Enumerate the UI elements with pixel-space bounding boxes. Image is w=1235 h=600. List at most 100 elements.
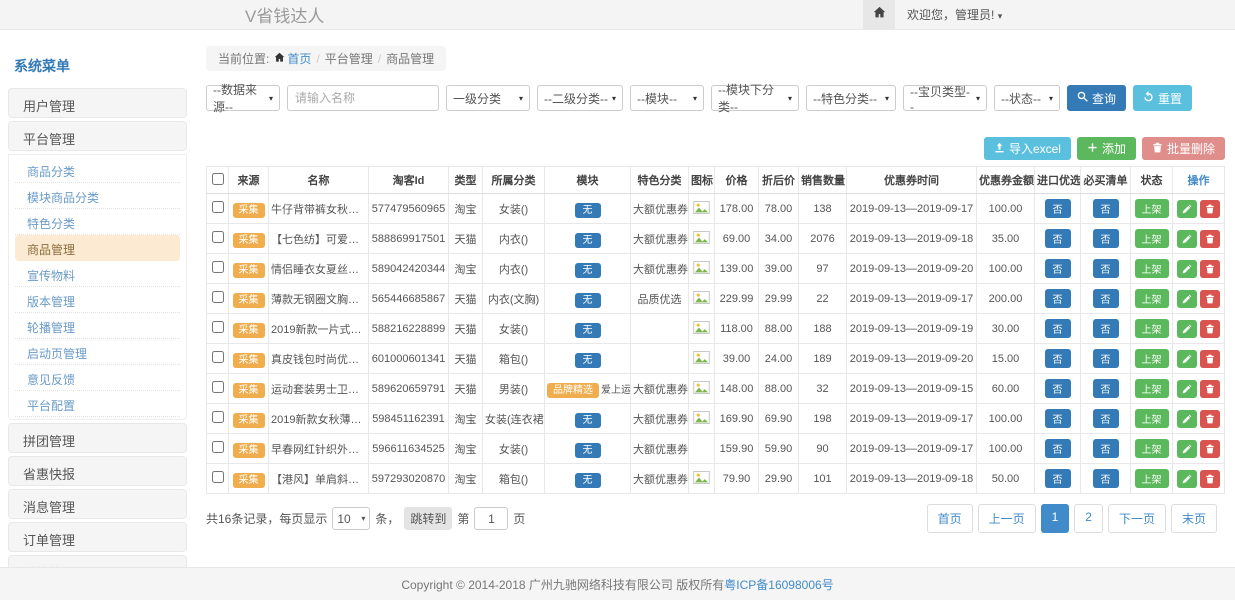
per-page-select[interactable]: 10 ▾ bbox=[332, 507, 370, 530]
filter-select[interactable]: 一级分类▾ bbox=[446, 85, 530, 111]
delete-button[interactable] bbox=[1200, 230, 1220, 248]
edit-button[interactable] bbox=[1177, 410, 1197, 428]
edit-button[interactable] bbox=[1177, 350, 1197, 368]
delete-button[interactable] bbox=[1200, 470, 1220, 488]
delete-button[interactable] bbox=[1200, 260, 1220, 278]
must-buy-toggle[interactable]: 否 bbox=[1093, 409, 1119, 428]
bulk-delete-button[interactable]: 批量删除 bbox=[1142, 137, 1225, 160]
must-buy-toggle[interactable]: 否 bbox=[1093, 319, 1119, 338]
sidebar-panel[interactable]: 订单管理 bbox=[8, 522, 187, 552]
must-buy-toggle[interactable]: 否 bbox=[1093, 349, 1119, 368]
add-button[interactable]: 添加 bbox=[1077, 137, 1136, 160]
filter-select[interactable]: --特色分类--▾ bbox=[806, 85, 896, 111]
delete-button[interactable] bbox=[1200, 440, 1220, 458]
filter-select[interactable]: --宝贝类型--▾ bbox=[903, 85, 987, 111]
sidebar-panel[interactable]: 用户管理 bbox=[8, 88, 187, 118]
page-button[interactable]: 上一页 bbox=[978, 504, 1036, 533]
filter-select[interactable]: --状态--▾ bbox=[994, 85, 1060, 111]
must-buy-toggle[interactable]: 否 bbox=[1093, 379, 1119, 398]
row-checkbox[interactable] bbox=[212, 351, 224, 363]
sidebar-link[interactable]: 商品分类 bbox=[15, 157, 180, 183]
page-button[interactable]: 末页 bbox=[1171, 504, 1217, 533]
import-optional-toggle[interactable]: 否 bbox=[1045, 259, 1071, 278]
edit-button[interactable] bbox=[1177, 200, 1197, 218]
status-button[interactable]: 上架 bbox=[1135, 199, 1169, 218]
sidebar-link[interactable]: 意见反馈 bbox=[15, 365, 180, 391]
must-buy-toggle[interactable]: 否 bbox=[1093, 289, 1119, 308]
sidebar-link[interactable]: 特色分类 bbox=[15, 209, 180, 235]
page-number-input[interactable] bbox=[474, 507, 508, 530]
status-button[interactable]: 上架 bbox=[1135, 439, 1169, 458]
sidebar-link[interactable]: 轮播管理 bbox=[15, 313, 180, 339]
edit-button[interactable] bbox=[1177, 380, 1197, 398]
jump-button[interactable]: 跳转到 bbox=[404, 507, 452, 530]
must-buy-toggle[interactable]: 否 bbox=[1093, 259, 1119, 278]
edit-button[interactable] bbox=[1177, 470, 1197, 488]
import-optional-toggle[interactable]: 否 bbox=[1045, 199, 1071, 218]
sidebar-panel[interactable]: 消息管理 bbox=[8, 489, 187, 519]
import-optional-toggle[interactable]: 否 bbox=[1045, 409, 1071, 428]
edit-button[interactable] bbox=[1177, 320, 1197, 338]
row-checkbox[interactable] bbox=[212, 291, 224, 303]
import-optional-toggle[interactable]: 否 bbox=[1045, 469, 1071, 488]
import-optional-toggle[interactable]: 否 bbox=[1045, 439, 1071, 458]
breadcrumb-home-link[interactable]: 首页 bbox=[274, 50, 311, 67]
import-optional-toggle[interactable]: 否 bbox=[1045, 229, 1071, 248]
page-button[interactable]: 下一页 bbox=[1108, 504, 1166, 533]
must-buy-toggle[interactable]: 否 bbox=[1093, 469, 1119, 488]
row-checkbox[interactable] bbox=[212, 201, 224, 213]
home-button[interactable] bbox=[863, 0, 895, 29]
reset-button[interactable]: 重置 bbox=[1133, 85, 1192, 111]
delete-button[interactable] bbox=[1200, 320, 1220, 338]
sidebar-panel[interactable]: 拼团管理 bbox=[8, 423, 187, 453]
edit-button[interactable] bbox=[1177, 260, 1197, 278]
sidebar-panel[interactable]: 平台管理 bbox=[8, 121, 187, 151]
edit-button[interactable] bbox=[1177, 440, 1197, 458]
status-button[interactable]: 上架 bbox=[1135, 349, 1169, 368]
import-optional-toggle[interactable]: 否 bbox=[1045, 379, 1071, 398]
name-search-input[interactable] bbox=[287, 85, 439, 111]
delete-button[interactable] bbox=[1200, 380, 1220, 398]
row-checkbox[interactable] bbox=[212, 411, 224, 423]
edit-button[interactable] bbox=[1177, 230, 1197, 248]
sidebar-link[interactable]: 启动页管理 bbox=[15, 339, 180, 365]
row-checkbox[interactable] bbox=[212, 321, 224, 333]
sidebar-panel[interactable]: 省惠快报 bbox=[8, 456, 187, 486]
import-optional-toggle[interactable]: 否 bbox=[1045, 349, 1071, 368]
select-all-checkbox[interactable] bbox=[212, 173, 224, 185]
import-excel-button[interactable]: 导入excel bbox=[984, 137, 1071, 160]
search-button[interactable]: 查询 bbox=[1067, 85, 1126, 111]
import-optional-toggle[interactable]: 否 bbox=[1045, 289, 1071, 308]
row-checkbox[interactable] bbox=[212, 471, 224, 483]
must-buy-toggle[interactable]: 否 bbox=[1093, 229, 1119, 248]
delete-button[interactable] bbox=[1200, 410, 1220, 428]
filter-select[interactable]: --数据来源--▾ bbox=[206, 85, 280, 111]
status-button[interactable]: 上架 bbox=[1135, 379, 1169, 398]
filter-select[interactable]: --二级分类--▾ bbox=[537, 85, 623, 111]
sidebar-link[interactable]: 平台配置 bbox=[15, 391, 180, 417]
page-button[interactable]: 首页 bbox=[927, 504, 973, 533]
status-button[interactable]: 上架 bbox=[1135, 319, 1169, 338]
filter-select[interactable]: --模块--▾ bbox=[630, 85, 704, 111]
row-checkbox[interactable] bbox=[212, 231, 224, 243]
row-checkbox[interactable] bbox=[212, 261, 224, 273]
edit-button[interactable] bbox=[1177, 290, 1197, 308]
user-menu[interactable]: 欢迎您，管理员! ▾ bbox=[895, 6, 1235, 23]
sidebar-link[interactable]: 商品管理 bbox=[15, 235, 180, 261]
sidebar-link[interactable]: 版本管理 bbox=[15, 287, 180, 313]
sidebar-link[interactable]: 宣传物料 bbox=[15, 261, 180, 287]
beian-link[interactable]: 粤ICP备16098006号 bbox=[724, 576, 833, 593]
page-button[interactable]: 1 bbox=[1041, 504, 1070, 533]
page-button[interactable]: 2 bbox=[1074, 504, 1103, 533]
filter-select[interactable]: --模块下分类--▾ bbox=[711, 85, 799, 111]
must-buy-toggle[interactable]: 否 bbox=[1093, 199, 1119, 218]
row-checkbox[interactable] bbox=[212, 441, 224, 453]
status-button[interactable]: 上架 bbox=[1135, 289, 1169, 308]
status-button[interactable]: 上架 bbox=[1135, 229, 1169, 248]
status-button[interactable]: 上架 bbox=[1135, 409, 1169, 428]
must-buy-toggle[interactable]: 否 bbox=[1093, 439, 1119, 458]
sidebar-link[interactable]: 模块商品分类 bbox=[15, 183, 180, 209]
delete-button[interactable] bbox=[1200, 290, 1220, 308]
delete-button[interactable] bbox=[1200, 200, 1220, 218]
row-checkbox[interactable] bbox=[212, 381, 224, 393]
